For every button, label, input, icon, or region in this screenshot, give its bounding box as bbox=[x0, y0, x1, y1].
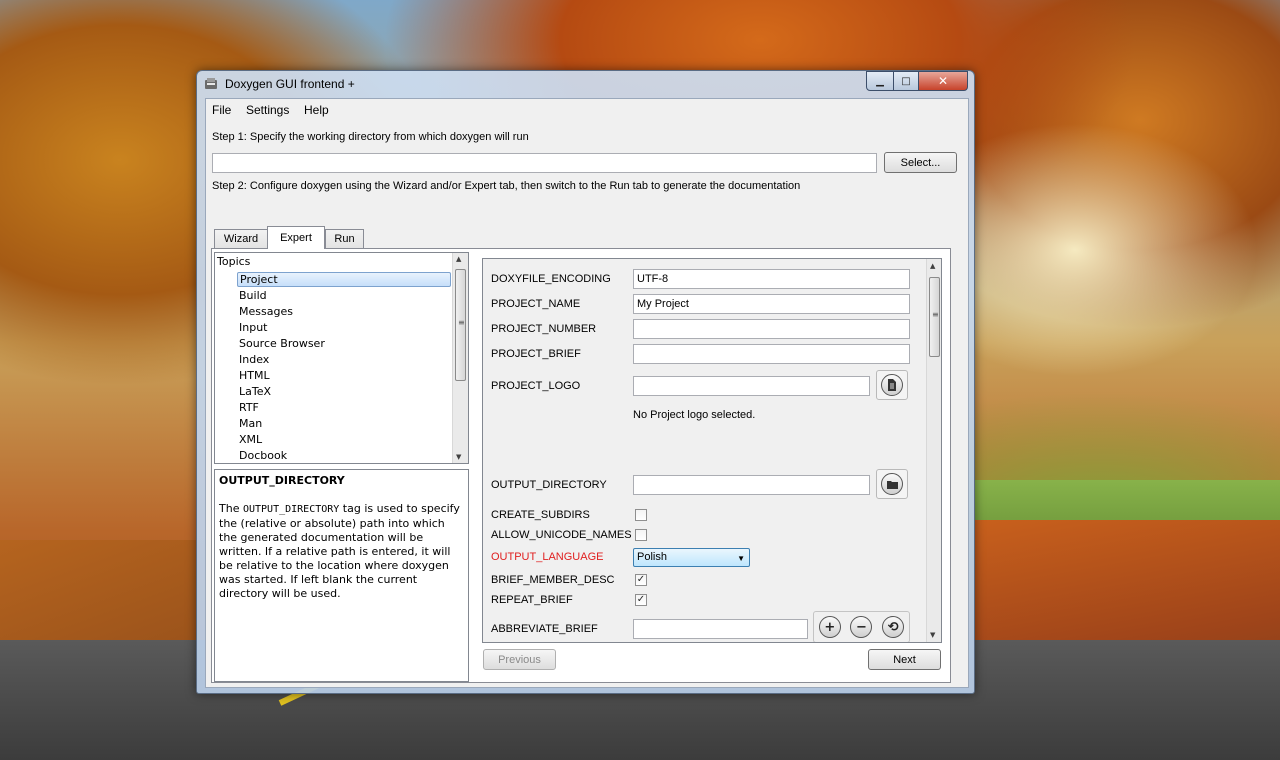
title-bar[interactable]: Doxygen GUI frontend + ▁ □ ✕ bbox=[197, 71, 974, 99]
menu-bar: File Settings Help bbox=[206, 99, 968, 121]
topics-scrollbar[interactable]: ▲ ≡ ▼ bbox=[452, 253, 468, 463]
reset-icon[interactable]: ⟲ bbox=[882, 616, 905, 638]
window-title: Doxygen GUI frontend + bbox=[225, 77, 355, 91]
working-directory-input[interactable] bbox=[212, 153, 877, 173]
menu-settings[interactable]: Settings bbox=[246, 103, 289, 117]
next-button[interactable]: Next bbox=[868, 649, 941, 670]
topic-item-latex[interactable]: LaTeX bbox=[237, 384, 451, 399]
project-brief-input[interactable] bbox=[633, 344, 910, 364]
menu-help[interactable]: Help bbox=[304, 103, 329, 117]
folder-browse-icon bbox=[881, 473, 903, 495]
doxygen-window: Doxygen GUI frontend + ▁ □ ✕ File Settin… bbox=[196, 70, 975, 694]
topics-tree[interactable]: Topics Project Build Messages Input Sour… bbox=[214, 252, 469, 464]
option-label-output-language: OUTPUT_LANGUAGE bbox=[491, 551, 604, 563]
repeat-brief-checkbox[interactable]: ✓ bbox=[635, 594, 647, 606]
option-label-abbreviate-brief: ABBREVIATE_BRIEF bbox=[491, 623, 598, 635]
topic-item-build[interactable]: Build bbox=[237, 288, 451, 303]
allow-unicode-names-checkbox[interactable] bbox=[635, 529, 647, 541]
abbreviate-brief-buttons: + − ⟲ bbox=[813, 611, 910, 642]
file-browse-icon bbox=[881, 374, 903, 396]
option-label-create-subdirs: CREATE_SUBDIRS bbox=[491, 509, 590, 521]
options-scrollbar[interactable]: ▲ ≡ ▼ bbox=[926, 259, 941, 642]
help-code: OUTPUT_DIRECTORY bbox=[242, 504, 340, 515]
close-button[interactable]: ✕ bbox=[918, 71, 968, 91]
brief-member-desc-checkbox[interactable]: ✓ bbox=[635, 574, 647, 586]
help-title: OUTPUT_DIRECTORY bbox=[219, 474, 345, 487]
topics-header: Topics bbox=[217, 255, 251, 268]
tab-run[interactable]: Run bbox=[325, 229, 364, 248]
help-panel: OUTPUT_DIRECTORY The OUTPUT_DIRECTORY ta… bbox=[214, 469, 469, 682]
doxyfile-encoding-input[interactable]: UTF-8 bbox=[633, 269, 910, 289]
help-text-pre: The bbox=[219, 502, 243, 515]
expert-options-panel: DOXYFILE_ENCODING UTF-8 PROJECT_NAME My … bbox=[482, 258, 942, 643]
topic-item-input[interactable]: Input bbox=[237, 320, 451, 335]
scroll-up-arrow-icon[interactable]: ▲ bbox=[456, 255, 461, 263]
tab-wizard[interactable]: Wizard bbox=[214, 229, 268, 248]
menu-file[interactable]: File bbox=[212, 103, 231, 117]
option-label-allow-unicode-names: ALLOW_UNICODE_NAMES bbox=[491, 529, 632, 541]
option-label-project-brief: PROJECT_BRIEF bbox=[491, 348, 581, 360]
create-subdirs-checkbox[interactable] bbox=[635, 509, 647, 521]
topic-item-messages[interactable]: Messages bbox=[237, 304, 451, 319]
step2-label: Step 2: Configure doxygen using the Wiza… bbox=[212, 180, 801, 192]
project-name-input[interactable]: My Project bbox=[633, 294, 910, 314]
window-client-area: File Settings Help Step 1: Specify the w… bbox=[205, 98, 969, 688]
options-scroll-grip-icon: ≡ bbox=[932, 310, 939, 319]
option-label-doxyfile-encoding: DOXYFILE_ENCODING bbox=[491, 273, 611, 285]
add-icon[interactable]: + bbox=[818, 616, 841, 638]
tab-expert[interactable]: Expert bbox=[267, 226, 325, 249]
project-logo-note: No Project logo selected. bbox=[633, 409, 756, 421]
topic-item-man[interactable]: Man bbox=[237, 416, 451, 431]
option-label-repeat-brief: REPEAT_BRIEF bbox=[491, 594, 573, 606]
doxygen-app-icon bbox=[205, 78, 217, 89]
scroll-grip-icon: ≡ bbox=[458, 318, 465, 327]
option-label-project-logo: PROJECT_LOGO bbox=[491, 380, 581, 392]
scroll-down-arrow-icon[interactable]: ▼ bbox=[456, 453, 461, 461]
topic-item-project[interactable]: Project bbox=[237, 272, 451, 287]
step1-label: Step 1: Specify the working directory fr… bbox=[212, 131, 529, 143]
project-logo-input[interactable] bbox=[633, 376, 870, 396]
previous-button[interactable]: Previous bbox=[483, 649, 556, 670]
option-label-project-number: PROJECT_NUMBER bbox=[491, 323, 597, 335]
output-language-value: Polish bbox=[637, 551, 667, 563]
option-label-output-directory: OUTPUT_DIRECTORY bbox=[491, 479, 607, 491]
abbreviate-brief-input[interactable] bbox=[633, 619, 808, 639]
option-label-brief-member-desc: BRIEF_MEMBER_DESC bbox=[491, 574, 615, 586]
dropdown-arrow-icon: ▼ bbox=[737, 554, 745, 563]
select-directory-button[interactable]: Select... bbox=[884, 152, 957, 173]
topic-item-index[interactable]: Index bbox=[237, 352, 451, 367]
topics-scroll-thumb[interactable]: ≡ bbox=[455, 269, 466, 381]
options-scroll-down-icon[interactable]: ▼ bbox=[930, 631, 935, 639]
output-language-select[interactable]: Polish ▼ bbox=[633, 548, 750, 567]
output-directory-input[interactable] bbox=[633, 475, 870, 495]
expert-tab-panel: Topics Project Build Messages Input Sour… bbox=[211, 248, 951, 683]
help-text-post: tag is used to specify the (relative or … bbox=[219, 502, 460, 600]
minimize-button[interactable]: ▁ bbox=[866, 71, 894, 91]
topic-item-docbook[interactable]: Docbook bbox=[237, 448, 451, 463]
topic-item-rtf[interactable]: RTF bbox=[237, 400, 451, 415]
options-scroll-up-icon[interactable]: ▲ bbox=[930, 262, 935, 270]
project-number-input[interactable] bbox=[633, 319, 910, 339]
topic-item-html[interactable]: HTML bbox=[237, 368, 451, 383]
topic-item-xml[interactable]: XML bbox=[237, 432, 451, 447]
option-label-project-name: PROJECT_NAME bbox=[491, 298, 581, 310]
remove-icon[interactable]: − bbox=[850, 616, 873, 638]
maximize-button[interactable]: □ bbox=[893, 71, 919, 91]
options-scroll-thumb[interactable]: ≡ bbox=[929, 277, 940, 357]
output-directory-browse-button[interactable] bbox=[876, 469, 908, 499]
help-text: The OUTPUT_DIRECTORY tag is used to spec… bbox=[219, 502, 464, 601]
topic-item-source-browser[interactable]: Source Browser bbox=[237, 336, 451, 351]
project-logo-browse-button[interactable] bbox=[876, 370, 908, 400]
